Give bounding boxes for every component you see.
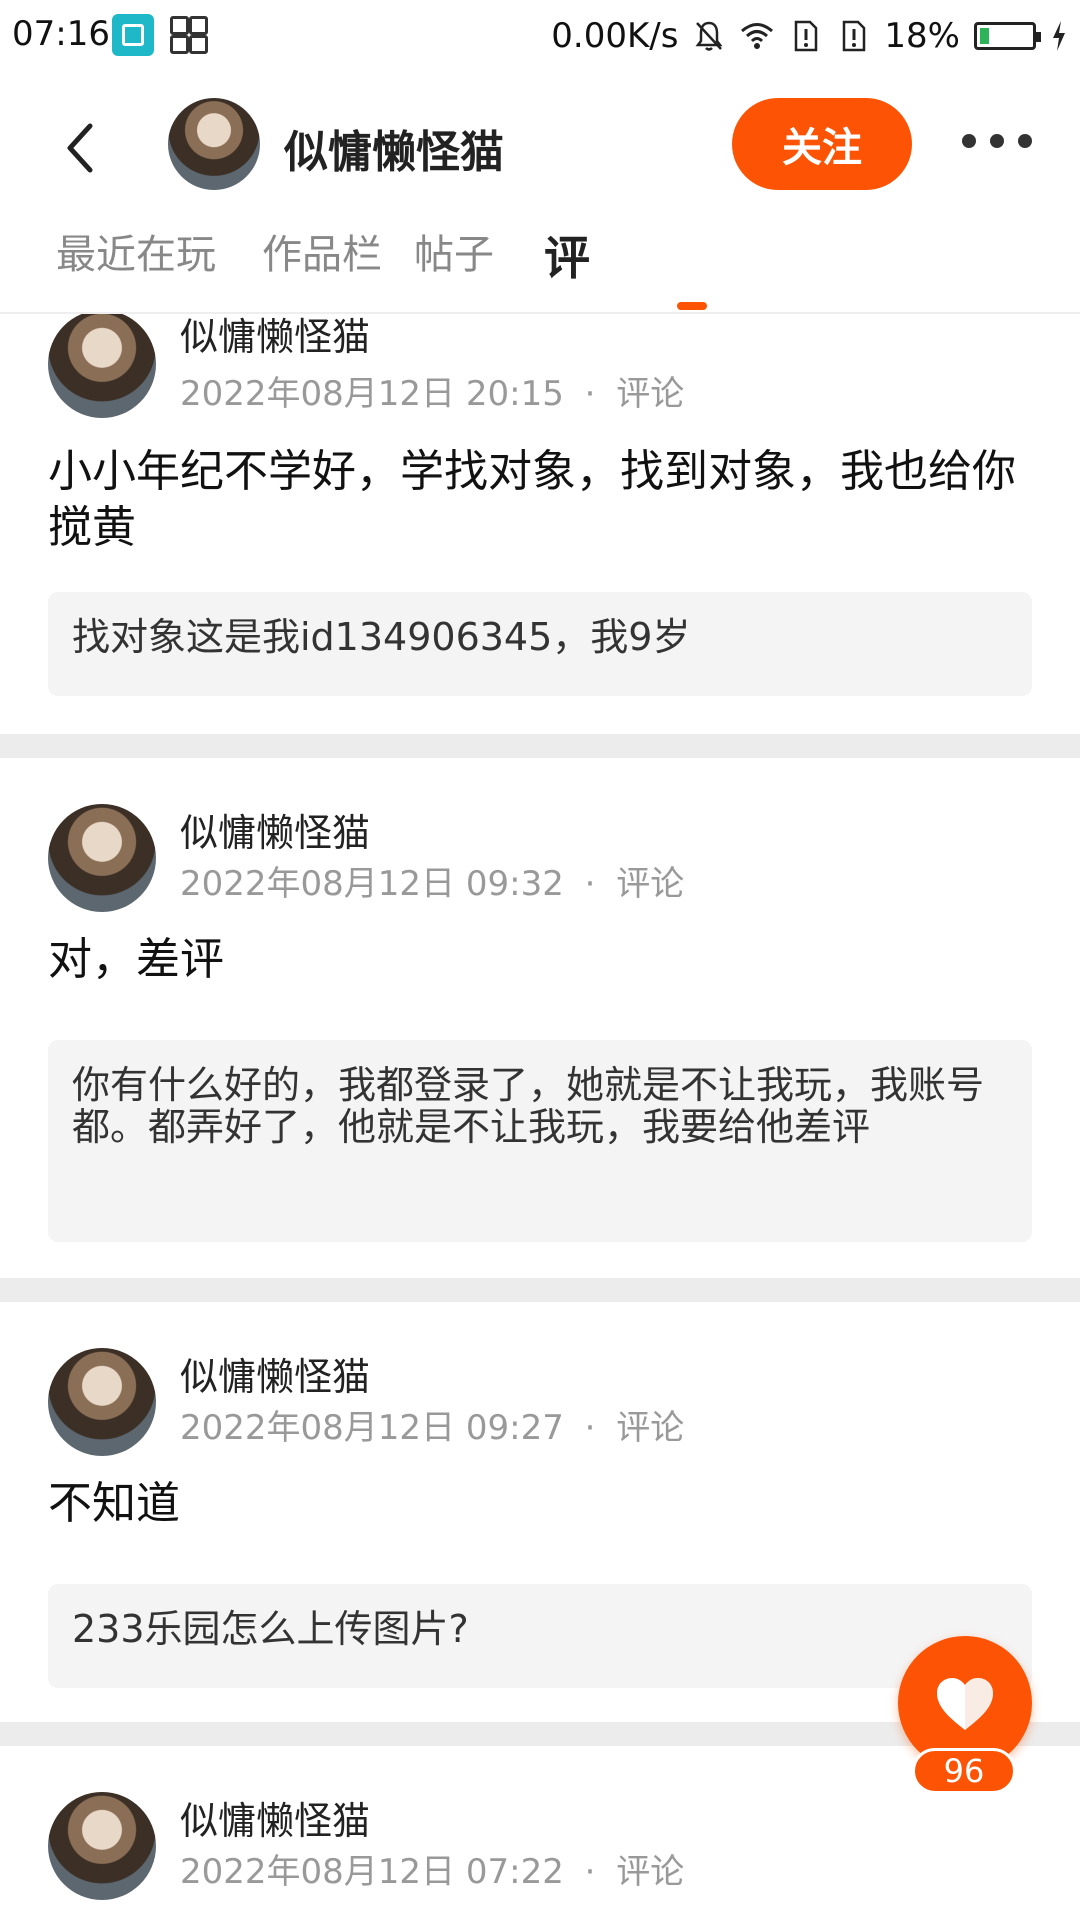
quoted-review[interactable]: 你有什么好的，我都登录了，她就是不让我玩，我账号都。都弄好了，他就是不让我玩，我… xyxy=(48,1040,1032,1242)
status-right: 0.00K/s 18% xyxy=(551,14,1068,58)
comment-author: 似慵懒怪猫 xyxy=(180,315,371,359)
comment-text: 小小年纪不学好，学找对象，找到对象，我也给你搅黄 xyxy=(48,446,1016,553)
quoted-review[interactable]: 233乐园怎么上传图片? xyxy=(48,1584,1032,1688)
status-bar: 07:16 0.00K/s 18% xyxy=(0,0,1080,76)
status-time: 07:16 xyxy=(12,14,110,54)
comment-time: 2022年08月12日 09:32 xyxy=(180,864,564,904)
follow-button[interactable]: 关注 xyxy=(732,98,912,190)
comment-author: 似慵懒怪猫 xyxy=(180,811,371,855)
apps-icon xyxy=(170,16,208,54)
back-arrow-icon[interactable] xyxy=(60,118,100,178)
avatar[interactable] xyxy=(48,314,156,418)
screen-scan-icon xyxy=(112,14,154,56)
profile-tabs: 最近在玩 作品栏 帖子 评 xyxy=(0,216,1080,314)
avatar[interactable] xyxy=(48,804,156,912)
comment-meta: 2022年08月12日 20:15 · 评论 xyxy=(180,366,684,415)
comment-meta: 2022年08月12日 09:32 · 评论 xyxy=(180,856,684,905)
avatar[interactable] xyxy=(48,1348,156,1456)
card-divider xyxy=(0,734,1080,758)
comment-type: 评论 xyxy=(616,374,685,414)
comment-card[interactable]: 似慵懒怪猫 2022年08月12日 20:15 · 评论 小小年纪不学好，学找对… xyxy=(0,314,1080,734)
tab-active-indicator xyxy=(677,302,707,310)
tab-works[interactable]: 作品栏 xyxy=(262,222,382,280)
comment-time: 2022年08月12日 20:15 xyxy=(180,374,564,414)
comment-card[interactable]: 似慵懒怪猫 2022年08月12日 09:32 · 评论 对，差评 你有什么好的… xyxy=(0,758,1080,1278)
comment-type: 评论 xyxy=(616,1852,685,1892)
more-icon[interactable] xyxy=(962,134,1032,154)
tab-reviews[interactable]: 评 xyxy=(544,222,590,288)
card-divider xyxy=(0,1278,1080,1302)
battery-icon xyxy=(974,22,1041,50)
tab-posts[interactable]: 帖子 xyxy=(414,222,494,280)
battery-percent: 18% xyxy=(884,16,960,56)
comment-text: 对，差评 xyxy=(48,934,224,985)
header-avatar[interactable] xyxy=(168,98,260,190)
comment-meta: 2022年08月12日 07:22 · 评论 xyxy=(180,1844,684,1893)
heart-icon xyxy=(937,1678,993,1730)
charging-icon xyxy=(1053,21,1065,51)
sim2-icon xyxy=(843,20,866,52)
comment-time: 2022年08月12日 09:27 xyxy=(180,1408,564,1448)
comment-author: 似慵懒怪猫 xyxy=(180,1355,371,1399)
net-speed: 0.00K/s xyxy=(551,16,679,56)
sim1-icon xyxy=(795,20,818,52)
battery-fill xyxy=(980,28,989,44)
comment-time: 2022年08月12日 07:22 xyxy=(180,1852,564,1892)
meta-separator: · xyxy=(584,374,596,414)
profile-header: 似慵懒怪猫 关注 xyxy=(0,76,1080,216)
meta-separator: · xyxy=(584,1408,596,1448)
meta-separator: · xyxy=(584,1852,596,1892)
wifi-icon xyxy=(741,23,774,49)
comment-type: 评论 xyxy=(616,1408,685,1448)
comment-author: 似慵懒怪猫 xyxy=(180,1799,371,1843)
comment-type: 评论 xyxy=(616,864,685,904)
meta-separator: · xyxy=(584,864,596,904)
tab-recently-played[interactable]: 最近在玩 xyxy=(56,222,216,280)
comment-meta: 2022年08月12日 09:27 · 评论 xyxy=(180,1400,684,1449)
profile-username: 似慵懒怪猫 xyxy=(284,127,504,178)
comment-text: 不知道 xyxy=(48,1478,180,1529)
quoted-review[interactable]: 找对象这是我id134906345，我9岁 xyxy=(48,592,1032,696)
avatar[interactable] xyxy=(48,1792,156,1900)
mute-bell-icon xyxy=(695,21,723,51)
like-count: 96 xyxy=(912,1748,1016,1794)
